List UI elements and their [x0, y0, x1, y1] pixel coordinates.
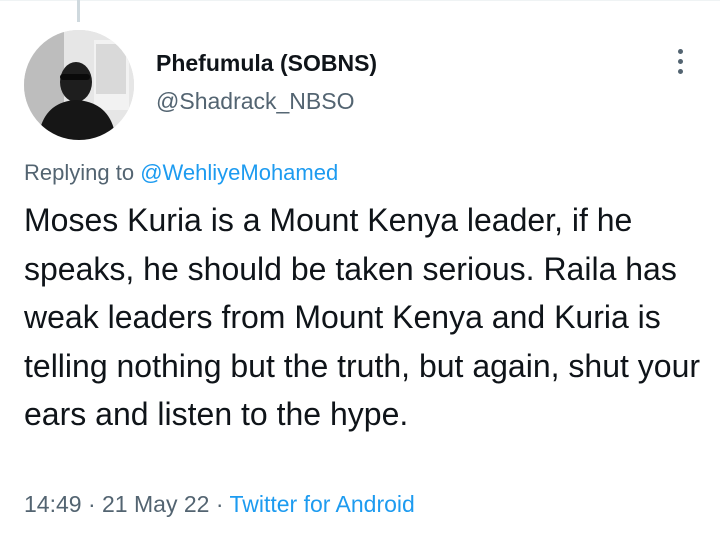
tweet-text: Moses Kuria is a Mount Kenya leader, if …: [24, 202, 701, 432]
thread-connector-line: [77, 0, 80, 22]
tweet-source-link[interactable]: Twitter for Android: [229, 491, 414, 517]
tweet-date[interactable]: 21 May 22: [102, 491, 209, 517]
more-vertical-icon-dot: [677, 58, 683, 64]
author-display-name[interactable]: Phefumula (SOBNS): [156, 48, 636, 78]
more-vertical-icon-dot: [677, 68, 683, 74]
author-handle[interactable]: @Shadrack_NBSO: [156, 86, 636, 116]
meta-separator: ·: [215, 491, 224, 517]
avatar[interactable]: [24, 30, 134, 140]
avatar-photo: [24, 30, 134, 140]
tweet-metadata: 14:49 · 21 May 22 · Twitter for Android: [24, 488, 415, 520]
meta-separator: ·: [87, 491, 96, 517]
more-vertical-icon: [677, 48, 683, 54]
divider: [0, 0, 720, 1]
author-block: Phefumula (SOBNS) @Shadrack_NBSO: [156, 48, 636, 116]
tweet-page: Phefumula (SOBNS) @Shadrack_NBSO Replyin…: [0, 0, 720, 540]
more-options-button[interactable]: [664, 44, 696, 78]
replying-to-line: Replying to @WehliyeMohamed: [24, 158, 338, 188]
replying-prefix: Replying to: [24, 160, 135, 185]
replying-to-mention-link[interactable]: @WehliyeMohamed: [140, 160, 338, 185]
tweet-time[interactable]: 14:49: [24, 491, 82, 517]
